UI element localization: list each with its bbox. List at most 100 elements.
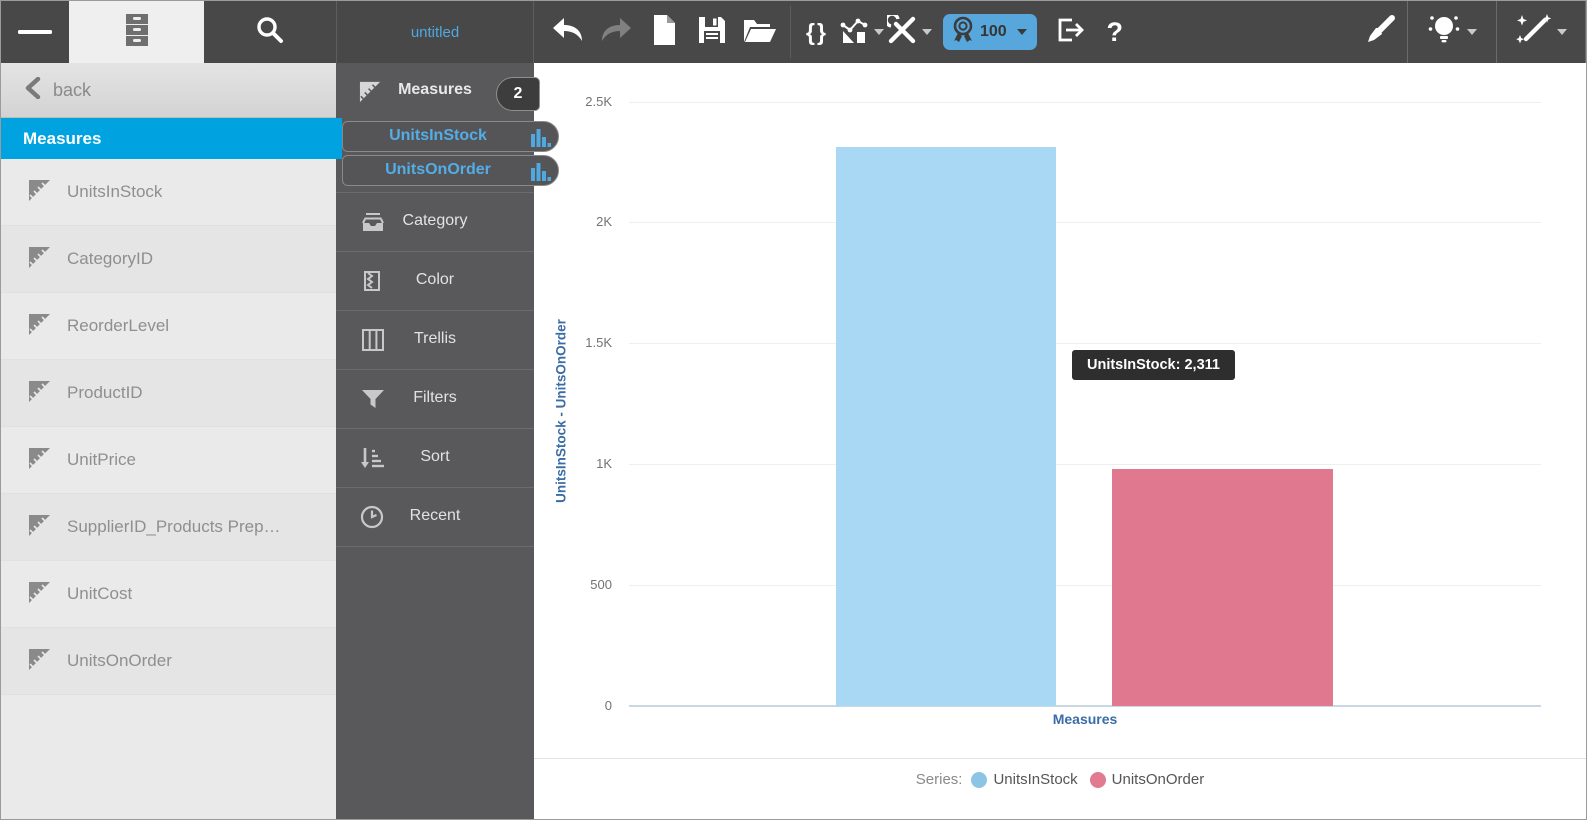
row-category[interactable]: Category — [336, 192, 534, 251]
medal-icon — [951, 16, 975, 49]
legend-entry-unitsonorder[interactable]: UnitsOnOrder — [1090, 771, 1205, 788]
measure-ruler-icon — [27, 579, 53, 610]
insights-button[interactable] — [1407, 1, 1497, 63]
braces-icon: {} — [806, 19, 828, 46]
tools-icon — [887, 15, 917, 50]
sidebar-field-supplierid-products-prep-[interactable]: SupplierID_Products Prep… — [1, 494, 336, 561]
field-label: ProductID — [67, 383, 143, 403]
sidebar-field-unitcost[interactable]: UnitCost — [1, 561, 336, 628]
sidebar-field-reorderlevel[interactable]: ReorderLevel — [1, 293, 336, 360]
field-list: UnitsInStockCategoryID ReorderLevel Produc… — [1, 159, 336, 695]
row-sort[interactable]: Sort — [336, 428, 534, 487]
field-label: UnitPrice — [67, 450, 136, 470]
sidebar-field-unitsonorder[interactable]: UnitsOnOrder — [1, 628, 336, 695]
undo-icon — [552, 17, 584, 48]
app-window: untitled — [0, 0, 1587, 820]
measure-ruler-icon — [27, 378, 53, 409]
chevron-left-icon — [25, 77, 41, 104]
chart-bar-unitsinstock[interactable] — [836, 147, 1056, 706]
y-tick-label: 1.5K — [552, 335, 612, 350]
measure-ruler-icon — [27, 646, 53, 677]
legend-separator — [534, 758, 1586, 759]
measure-ruler-icon — [27, 177, 53, 208]
document-title[interactable]: untitled — [336, 1, 534, 63]
row-color[interactable]: Color — [336, 251, 534, 310]
row-label: Category — [336, 212, 534, 230]
legend-label: UnitsOnOrder — [1112, 771, 1205, 788]
row-label: Color — [336, 271, 534, 289]
toolbar-actions: {} 100 — [534, 1, 1352, 63]
measure-ruler-icon — [27, 512, 53, 543]
hamburger-menu-button[interactable] — [1, 1, 69, 63]
measure-ruler-icon — [27, 244, 53, 275]
chart-area: UnitsInStock - UnitsOnOrder Measures Uni… — [534, 63, 1586, 819]
toolbar-separator — [790, 6, 791, 58]
row-label: Sort — [336, 448, 534, 466]
chart-type-button[interactable] — [837, 1, 885, 63]
chart-type-icon — [839, 15, 869, 50]
pill-unitsinstock[interactable]: UnitsInStock — [342, 121, 559, 152]
quick-actions-button[interactable] — [1496, 1, 1586, 63]
magic-wand-icon — [1516, 13, 1552, 52]
measures-section-header[interactable]: Measures 2 — [336, 63, 534, 121]
y-tick-label: 1K — [552, 456, 612, 471]
sidebar-field-unitsinstock[interactable]: UnitsInStock — [1, 159, 336, 226]
row-label: Trellis — [336, 330, 534, 348]
document-title-text: untitled — [411, 24, 459, 41]
row-recent[interactable]: Recent — [336, 487, 534, 546]
search-icon — [255, 15, 285, 50]
measure-ruler-icon — [27, 445, 53, 476]
legend-entry-unitsinstock[interactable]: UnitsInStock — [971, 771, 1077, 788]
performance-score-button[interactable]: 100 — [943, 14, 1037, 50]
new-document-button[interactable] — [640, 1, 688, 63]
back-button[interactable]: back — [1, 63, 336, 118]
export-icon — [1056, 16, 1086, 49]
pill-label: UnitsOnOrder — [343, 161, 533, 179]
expression-editor-button[interactable]: {} — [797, 1, 837, 63]
y-tick-label: 500 — [552, 577, 612, 592]
legend: Series: UnitsInStock UnitsOnOrder — [534, 771, 1586, 788]
selected-item-label: Measures — [23, 129, 101, 149]
sidebar-field-productid[interactable]: ProductID — [1, 360, 336, 427]
sidebar-field-unitprice[interactable]: UnitPrice — [1, 427, 336, 494]
help-button[interactable]: ? — [1095, 1, 1135, 63]
y-tick-label: 0 — [552, 698, 612, 713]
panel-filler — [336, 546, 534, 820]
lightbulb-icon — [1428, 13, 1462, 52]
redo-button[interactable] — [592, 1, 640, 63]
chevron-down-icon — [1467, 29, 1477, 35]
pill-unitsonorder[interactable]: UnitsOnOrder — [342, 155, 559, 186]
visualization-editor-panel: Measures 2 UnitsInStock UnitsOnOrder — [336, 63, 534, 819]
sidebar-item-measures-selected[interactable]: Measures — [1, 118, 342, 159]
save-button[interactable] — [688, 1, 736, 63]
row-filters[interactable]: Filters — [336, 369, 534, 428]
field-label: ReorderLevel — [67, 316, 169, 336]
chevron-down-icon — [922, 29, 932, 35]
field-label: UnitsOnOrder — [67, 651, 172, 671]
x-axis-label: Measures — [629, 711, 1541, 727]
sidebar-field-categoryid[interactable]: CategoryID — [1, 226, 336, 293]
help-icon: ? — [1106, 17, 1123, 48]
file-cabinet-icon — [122, 12, 152, 53]
tooltip: UnitsInStock: 2,311 — [1072, 350, 1235, 380]
export-button[interactable] — [1047, 1, 1095, 63]
open-button[interactable] — [736, 1, 784, 63]
open-folder-icon — [743, 16, 777, 49]
legend-prefix: Series: — [916, 771, 963, 788]
legend-color-dot — [1090, 772, 1106, 788]
gridline — [629, 222, 1541, 223]
row-trellis[interactable]: Trellis — [336, 310, 534, 369]
tools-button[interactable] — [885, 1, 933, 63]
undo-button[interactable] — [544, 1, 592, 63]
mini-bar-chart-icon — [531, 162, 551, 186]
measures-count-badge: 2 — [496, 77, 540, 111]
field-label: UnitCost — [67, 584, 132, 604]
theme-brush-button[interactable] — [1352, 1, 1408, 63]
gridline — [629, 585, 1541, 586]
data-sources-tab[interactable] — [69, 1, 204, 63]
paintbrush-icon — [1365, 15, 1395, 50]
back-label: back — [53, 80, 91, 101]
search-button[interactable] — [204, 1, 336, 63]
save-icon — [697, 15, 727, 50]
chart-bar-unitsonorder[interactable] — [1112, 469, 1333, 706]
